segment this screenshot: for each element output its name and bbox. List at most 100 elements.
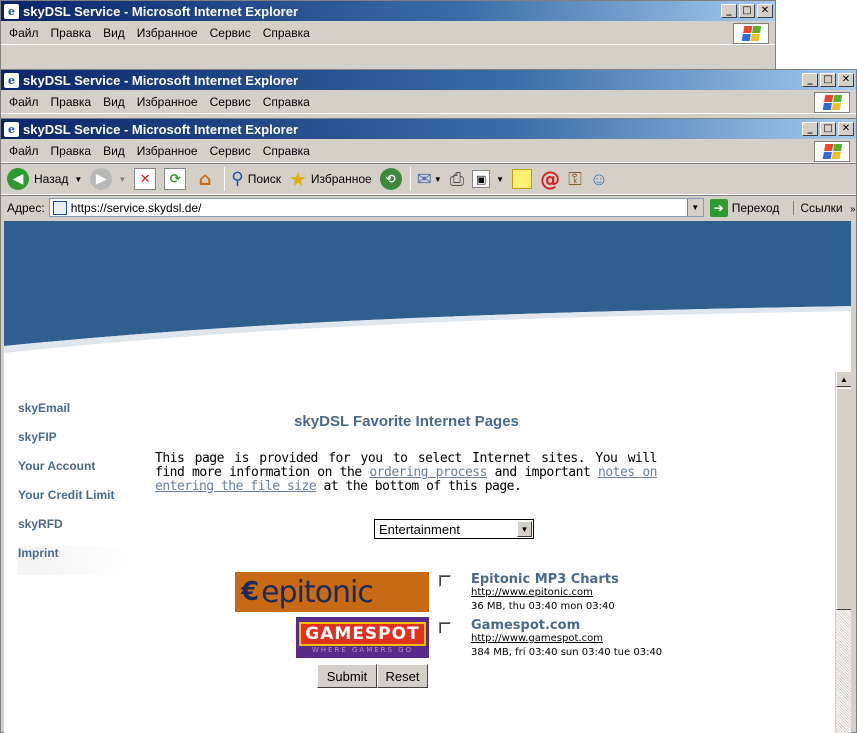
forward-button[interactable]: ▶ ▼ <box>90 168 126 190</box>
chevron-down-icon[interactable]: ▼ <box>118 175 126 184</box>
favorites-button[interactable]: ★ Избранное <box>289 167 372 192</box>
category-select[interactable]: Entertainment ▼ <box>374 519 534 539</box>
research-icon: ⚿ <box>568 168 582 189</box>
gamespot-checkbox[interactable] <box>439 622 451 634</box>
intro-part-2: and important <box>486 465 598 480</box>
ie-window-middle: e skyDSL Service - Microsoft Internet Ex… <box>0 69 857 119</box>
menu-favorites[interactable]: Избранное <box>137 95 198 109</box>
email-button[interactable]: @ <box>540 167 560 191</box>
research-button[interactable]: ⚿ <box>568 169 582 190</box>
maximize-icon[interactable]: □ <box>739 4 755 18</box>
menu-favorites[interactable]: Избранное <box>137 144 198 158</box>
stop-button[interactable]: ✕ <box>134 168 157 190</box>
go-label: Переход <box>731 200 780 215</box>
chevron-down-icon[interactable]: ▼ <box>434 175 442 184</box>
chevron-down-icon[interactable]: ▼ <box>686 199 703 216</box>
menu-edit[interactable]: Правка <box>51 144 92 158</box>
go-arrow-icon: ➔ <box>709 198 728 217</box>
forward-arrow-icon: ▶ <box>90 168 113 190</box>
ie-icon: e <box>4 3 19 19</box>
address-url: https://service.skydsl.de/ <box>70 200 202 215</box>
scroll-thumb[interactable] <box>836 388 851 610</box>
chevron-down-icon[interactable]: ▼ <box>517 521 532 537</box>
menu-tools[interactable]: Сервис <box>210 26 251 40</box>
site-url-link[interactable]: http://www.epitonic.com <box>471 587 593 598</box>
nav-item-imprint[interactable]: Imprint <box>18 546 138 575</box>
address-bar: Адрес: https://service.skydsl.de/ ▼ ➔ Пе… <box>1 195 856 219</box>
page-content: ▲ skyEmail skyFIP Your Account Your Cred… <box>4 221 851 733</box>
notes-button[interactable] <box>512 169 533 189</box>
chevron-down-icon[interactable]: ▼ <box>496 175 504 184</box>
scroll-up-icon[interactable]: ▲ <box>836 371 851 387</box>
back-button[interactable]: ◀ Назад ▼ <box>7 168 82 190</box>
ordering-process-link[interactable]: ordering process <box>369 465 487 480</box>
title-bar[interactable]: e skyDSL Service - Microsoft Internet Ex… <box>1 119 856 139</box>
minimize-icon[interactable]: _ <box>802 73 818 87</box>
menu-tools[interactable]: Сервис <box>210 144 251 158</box>
messenger-icon: ☺ <box>589 168 609 189</box>
close-icon[interactable]: ✕ <box>838 73 854 87</box>
links-button[interactable]: Ссылки » <box>793 200 856 215</box>
media-button[interactable]: ⟲ <box>379 168 402 190</box>
title-bar[interactable]: e skyDSL Service - Microsoft Internet Ex… <box>1 1 775 21</box>
minimize-icon[interactable]: _ <box>721 4 737 18</box>
site-url-link[interactable]: http://www.gamespot.com <box>471 633 603 644</box>
epitonic-logo-mark: € <box>241 577 260 607</box>
menu-edit[interactable]: Правка <box>51 26 92 40</box>
search-button[interactable]: ⚲ Поиск <box>231 169 281 189</box>
title-bar[interactable]: e skyDSL Service - Microsoft Internet Ex… <box>1 70 856 90</box>
epitonic-logo: € epitonic <box>235 572 429 612</box>
maximize-icon[interactable]: □ <box>820 122 836 136</box>
site-name: Gamespot.com <box>471 618 581 633</box>
nav-item-credit-limit[interactable]: Your Credit Limit <box>18 488 138 517</box>
gamespot-logo-text: GAMESPOT <box>299 621 426 646</box>
nav-item-your-account[interactable]: Your Account <box>18 459 138 488</box>
site-name: Epitonic MP3 Charts <box>471 572 619 587</box>
side-nav: skyEmail skyFIP Your Account Your Credit… <box>18 401 138 575</box>
home-button[interactable]: ⌂ <box>194 168 216 190</box>
menu-file[interactable]: Файл <box>9 95 39 109</box>
home-icon: ⌂ <box>198 168 212 190</box>
menu-view[interactable]: Вид <box>103 144 125 158</box>
gamespot-logo: GAMESPOT WHERE GAMERS GO <box>296 617 429 658</box>
note-icon <box>512 169 533 189</box>
minimize-icon[interactable]: _ <box>802 122 818 136</box>
nav-item-skyfip[interactable]: skyFIP <box>18 430 138 459</box>
back-arrow-icon: ◀ <box>7 168 29 190</box>
menu-bar: Файл Правка Вид Избранное Сервис Справка <box>1 139 856 163</box>
menu-tools[interactable]: Сервис <box>210 95 251 109</box>
reset-button[interactable]: Reset <box>377 664 428 688</box>
nav-item-skyemail[interactable]: skyEmail <box>18 401 138 430</box>
menu-help[interactable]: Справка <box>263 144 310 158</box>
menu-help[interactable]: Справка <box>263 26 310 40</box>
menu-favorites[interactable]: Избранное <box>137 26 198 40</box>
address-input[interactable]: https://service.skydsl.de/ ▼ <box>48 198 704 217</box>
go-button[interactable]: ➔ Переход <box>709 198 780 217</box>
menu-file[interactable]: Файл <box>9 26 39 40</box>
gamespot-logo-tagline: WHERE GAMERS GO <box>311 645 414 654</box>
page-title: skyDSL Favorite Internet Pages <box>294 413 519 430</box>
edit-button[interactable]: ▣ ▼ <box>472 170 504 188</box>
window-title: skyDSL Service - Microsoft Internet Expl… <box>23 121 299 137</box>
maximize-icon[interactable]: □ <box>820 73 836 87</box>
menu-file[interactable]: Файл <box>9 144 39 158</box>
close-icon[interactable]: ✕ <box>757 4 773 18</box>
epitonic-checkbox[interactable] <box>439 575 451 587</box>
menu-edit[interactable]: Правка <box>51 95 92 109</box>
messenger-button[interactable]: ☺ <box>590 169 608 190</box>
chevron-right-icon: » <box>849 203 856 215</box>
chevron-down-icon[interactable]: ▼ <box>74 175 82 184</box>
menu-help[interactable]: Справка <box>263 95 310 109</box>
print-button[interactable]: ⎙ <box>450 169 464 190</box>
ie-icon: e <box>4 72 19 88</box>
vertical-scrollbar[interactable]: ▲ <box>835 371 851 733</box>
star-icon: ★ <box>288 168 307 191</box>
nav-item-skyrfd[interactable]: skyRFD <box>18 517 138 546</box>
submit-button[interactable]: Submit <box>317 664 377 688</box>
menu-view[interactable]: Вид <box>103 26 125 40</box>
scroll-track[interactable] <box>836 611 851 733</box>
menu-view[interactable]: Вид <box>103 95 125 109</box>
refresh-button[interactable]: ⟳ <box>164 168 187 190</box>
mail-button[interactable]: ✉ ▼ <box>417 169 442 190</box>
close-icon[interactable]: ✕ <box>838 122 854 136</box>
